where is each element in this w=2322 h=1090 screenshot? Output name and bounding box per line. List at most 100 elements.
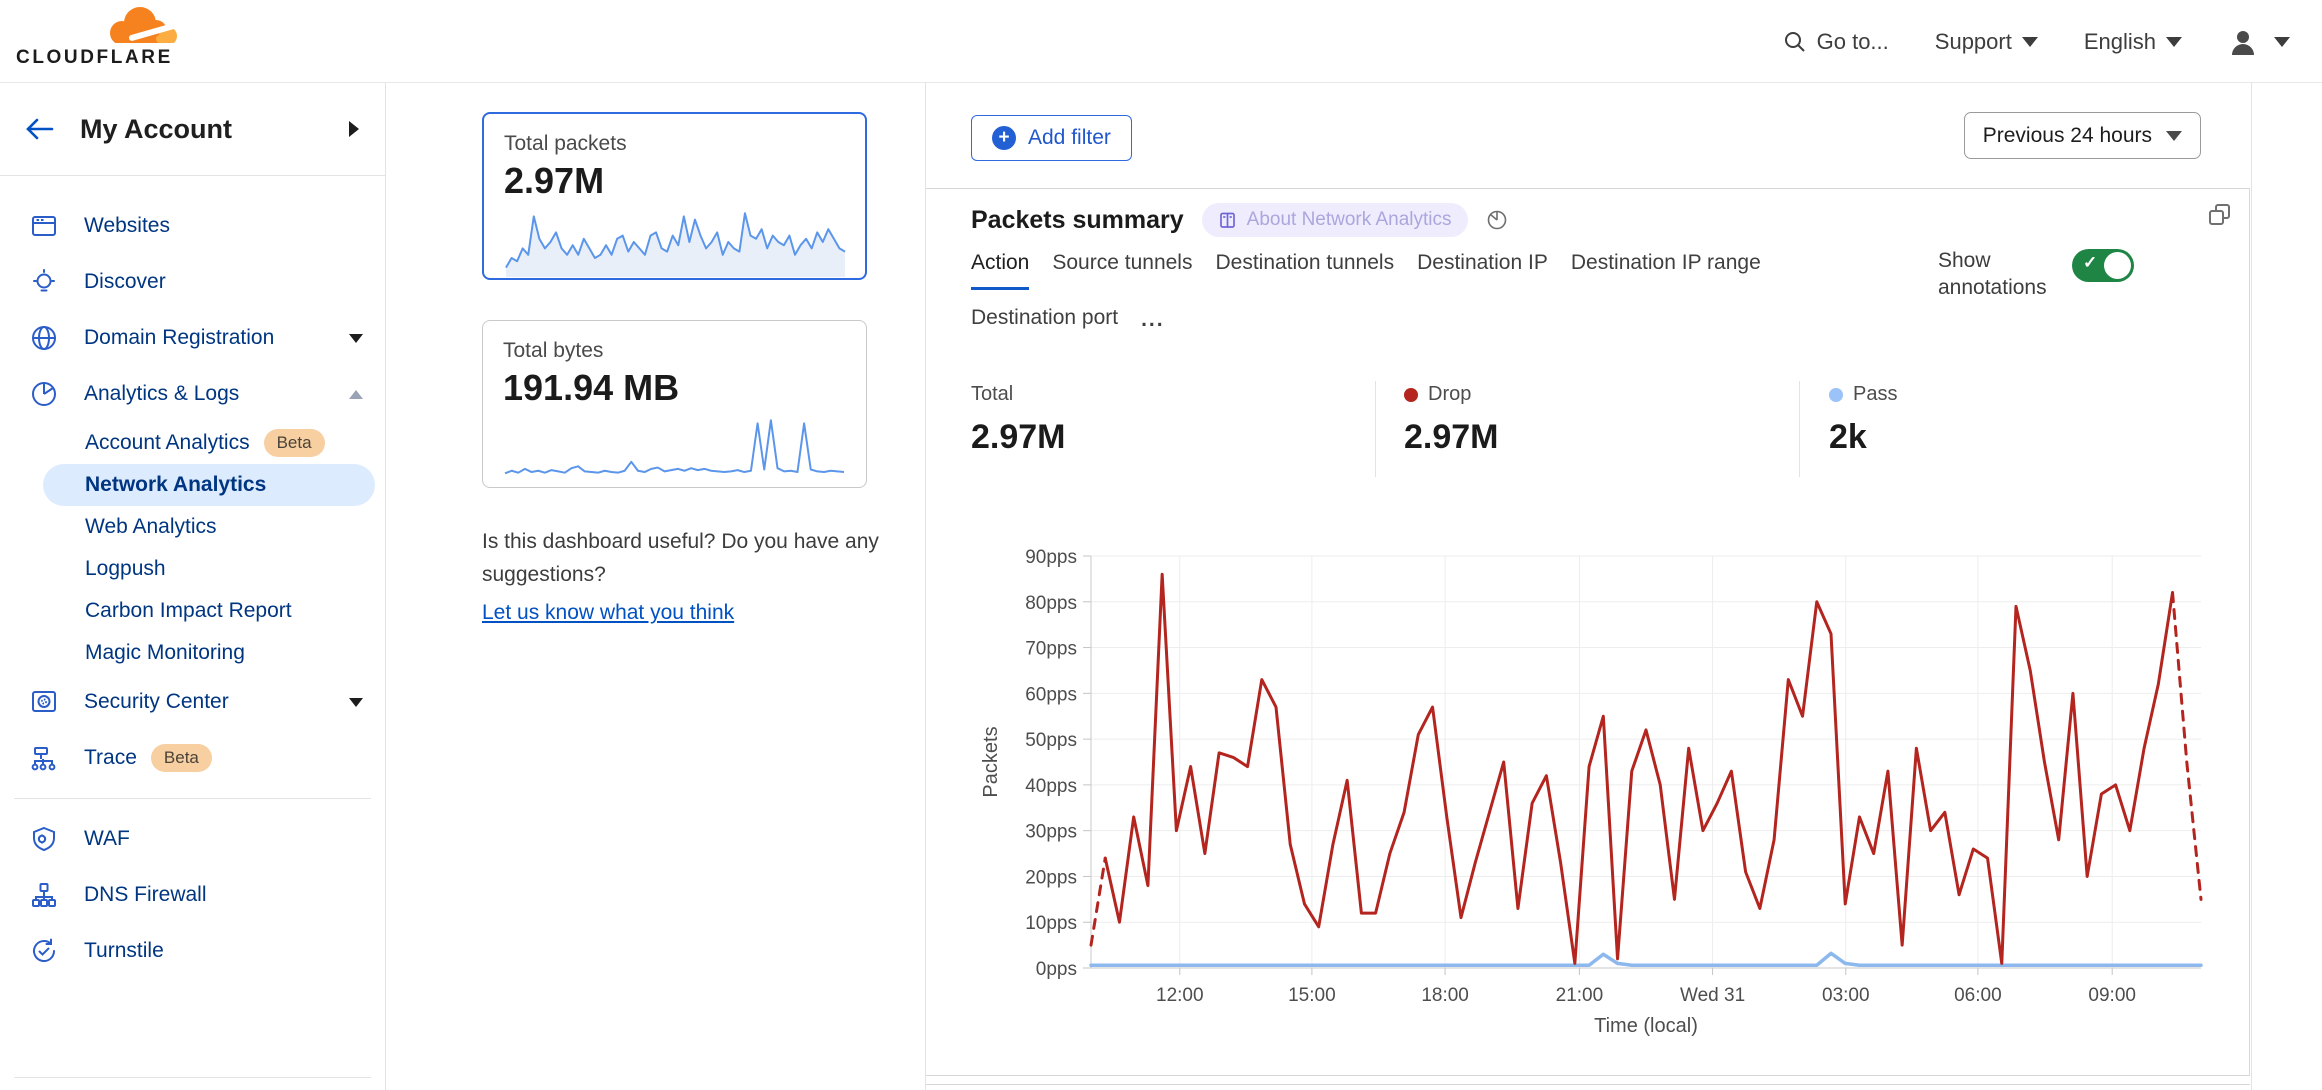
browser-icon [30, 212, 58, 240]
sidebar-item-label: Turnstile [84, 939, 164, 963]
cloudflare-logo: CLOUDFLARE [16, 6, 186, 69]
shield-gear-icon [30, 825, 58, 853]
lightbulb-icon [30, 268, 58, 296]
chevron-down-icon [2166, 37, 2182, 47]
sidebar-item-carbon-impact-report[interactable]: Carbon Impact Report [0, 590, 385, 632]
language-menu[interactable]: English [2084, 29, 2182, 55]
svg-text:10pps: 10pps [1025, 913, 1077, 934]
annotations-label: Show annotations [1938, 247, 2054, 302]
sidebar-divider [14, 1077, 371, 1078]
panel-title: Packets summary [971, 206, 1184, 235]
sidebar-item-label: Account Analytics [85, 431, 250, 455]
account-menu[interactable] [2228, 28, 2290, 56]
tab-destination-ip[interactable]: Destination IP [1417, 251, 1548, 290]
svg-text:90pps: 90pps [1025, 547, 1077, 568]
goto-search[interactable]: Go to... [1783, 29, 1889, 55]
sidebar-item-turnstile[interactable]: Turnstile [0, 923, 385, 979]
toolbar: + Add filter Previous 24 hours [971, 115, 2201, 161]
tab-destination-ip-range[interactable]: Destination IP range [1571, 251, 1761, 290]
stat-label: Total [971, 383, 1013, 406]
support-menu[interactable]: Support [1935, 29, 2038, 55]
svg-text:Wed 31: Wed 31 [1680, 985, 1745, 1006]
more-tabs-button[interactable]: ... [1141, 306, 1165, 342]
sidebar-item-domain-registration[interactable]: Domain Registration [0, 310, 385, 366]
cloudflare-wordmark: CLOUDFLARE [16, 47, 186, 69]
globe-icon [30, 324, 58, 352]
total-bytes-card[interactable]: Total bytes 191.94 MB [482, 320, 867, 488]
chevron-down-icon [2274, 37, 2290, 47]
sidebar-item-label: Security Center [84, 690, 229, 714]
sidebar-item-label: DNS Firewall [84, 883, 207, 907]
chevron-down-icon [2022, 37, 2038, 47]
sidebar-item-label: WAF [84, 827, 130, 851]
feedback-question: Is this dashboard useful? Do you have an… [482, 526, 882, 591]
svg-text:03:00: 03:00 [1822, 985, 1870, 1006]
about-network-analytics-badge[interactable]: About Network Analytics [1202, 203, 1468, 237]
goto-label: Go to... [1817, 29, 1889, 55]
sidebar-item-label: Websites [84, 214, 170, 238]
stat-drop: Drop 2.97M [1375, 381, 1799, 477]
dimension-tabs: Action Source tunnels Destination tunnel… [971, 251, 1876, 342]
annotations-toggle[interactable]: ✓ [2072, 249, 2134, 282]
svg-text:15:00: 15:00 [1288, 985, 1336, 1006]
back-arrow-icon[interactable] [24, 117, 56, 141]
search-icon [1783, 30, 1807, 54]
sidebar-item-account-analytics[interactable]: Account Analytics Beta [0, 422, 385, 464]
card-value: 2.97M [504, 160, 845, 202]
sidebar-item-label: Magic Monitoring [85, 641, 245, 665]
stat-label: Pass [1853, 383, 1897, 406]
account-header: My Account [0, 83, 385, 176]
expand-panel-icon[interactable] [2206, 201, 2233, 228]
sidebar-item-network-analytics[interactable]: Network Analytics [43, 464, 375, 506]
svg-text:12:00: 12:00 [1156, 985, 1204, 1006]
svg-text:Packets: Packets [980, 726, 1002, 797]
card-label: Total bytes [503, 339, 846, 363]
book-icon [1218, 211, 1237, 230]
support-label: Support [1935, 29, 2012, 55]
svg-text:09:00: 09:00 [2088, 985, 2136, 1006]
sidebar-item-waf[interactable]: WAF [0, 811, 385, 867]
account-name[interactable]: My Account [80, 114, 232, 145]
main-content: + Add filter Previous 24 hours Packets s… [925, 83, 2322, 1090]
top-bar: CLOUDFLARE Go to... Support English [0, 0, 2322, 83]
packets-summary-panel: Packets summary About Network Analytics … [926, 188, 2250, 1076]
svg-text:50pps: 50pps [1025, 730, 1077, 751]
bytes-sparkline [503, 409, 848, 487]
tab-source-tunnels[interactable]: Source tunnels [1052, 251, 1192, 290]
user-icon [2228, 28, 2258, 56]
tab-destination-tunnels[interactable]: Destination tunnels [1215, 251, 1394, 290]
stat-value: 2.97M [1404, 418, 1799, 457]
sidebar-item-analytics-logs[interactable]: Analytics & Logs [0, 366, 385, 422]
beta-badge: Beta [264, 429, 325, 457]
pie-info-icon[interactable] [1486, 209, 1508, 231]
sidebar-item-discover[interactable]: Discover [0, 254, 385, 310]
svg-text:06:00: 06:00 [1954, 985, 2002, 1006]
chevron-down-icon [349, 334, 363, 343]
tab-destination-port[interactable]: Destination port [971, 306, 1118, 342]
sidebar-item-security-center[interactable]: Security Center [0, 674, 385, 730]
packets-time-series-chart[interactable]: 0pps10pps20pps30pps40pps50pps60pps70pps8… [931, 536, 2231, 1061]
sidebar-item-logpush[interactable]: Logpush [0, 548, 385, 590]
svg-text:0pps: 0pps [1036, 959, 1077, 980]
sidebar-item-websites[interactable]: Websites [0, 198, 385, 254]
chevron-down-icon [349, 698, 363, 707]
sidebar-item-web-analytics[interactable]: Web Analytics [0, 506, 385, 548]
time-range-dropdown[interactable]: Previous 24 hours [1964, 112, 2201, 159]
summary-column: Total packets 2.97M Total bytes 191.94 M… [387, 83, 925, 1090]
sidebar-item-label: Carbon Impact Report [85, 599, 292, 623]
add-filter-button[interactable]: + Add filter [971, 115, 1132, 161]
feedback-link[interactable]: Let us know what you think [482, 597, 734, 630]
sidebar-item-magic-monitoring[interactable]: Magic Monitoring [0, 632, 385, 674]
sidebar-item-dns-firewall[interactable]: DNS Firewall [0, 867, 385, 923]
pass-dot [1829, 388, 1843, 402]
stat-total: Total 2.97M [926, 381, 1375, 477]
chevron-right-icon[interactable] [349, 121, 359, 137]
total-packets-card[interactable]: Total packets 2.97M [482, 112, 867, 280]
sidebar-item-trace[interactable]: Trace Beta [0, 730, 385, 786]
time-range-label: Previous 24 hours [1983, 124, 2152, 148]
svg-text:30pps: 30pps [1025, 822, 1077, 843]
feedback-block: Is this dashboard useful? Do you have an… [482, 526, 882, 630]
sidebar-item-label: Discover [84, 270, 166, 294]
tab-action[interactable]: Action [971, 251, 1029, 290]
card-value: 191.94 MB [503, 367, 846, 409]
